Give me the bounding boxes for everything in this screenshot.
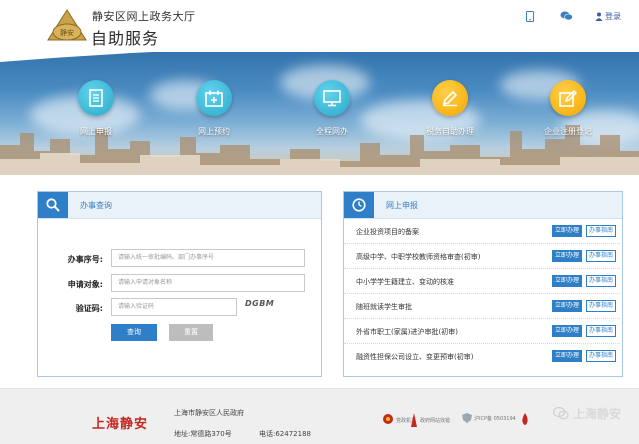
guide-button[interactable]: 办事指南 (586, 350, 616, 362)
badge-label[interactable]: 沪ICP备 0503194 (474, 415, 516, 422)
captcha-input[interactable]: 请输入验证码 (111, 298, 237, 316)
footer-tel: 电话:62472188 (259, 430, 311, 438)
emblem-icon (383, 414, 393, 424)
wechat-icon[interactable] (559, 9, 573, 23)
guide-button[interactable]: 办事指南 (586, 225, 616, 237)
query-panel-title: 办事查询 (80, 201, 112, 210)
apply-now-button[interactable]: 立即办理 (552, 350, 582, 362)
func-online-booking[interactable]: 网上预约 (169, 80, 259, 137)
item-name[interactable]: 高级中学、中职学校教师资格审查(初审) (356, 252, 480, 262)
footer-gov-name: 上海市静安区人民政府 (174, 409, 244, 417)
item-name[interactable]: 融资性担保公司设立、变更预审(初审) (356, 352, 473, 362)
query-button[interactable]: 查询 (111, 324, 157, 341)
monitor-icon[interactable] (314, 80, 350, 116)
list-item: 中小学学生籍建立、变动的核准 立即办理 办事指南 (344, 269, 620, 294)
login-label[interactable]: 登录 (605, 11, 621, 22)
apply-panel-title: 网上申报 (386, 201, 418, 210)
footer-brand: 上海静安 (92, 417, 149, 432)
applicant-row: 申请对象: 请输入申请对象名称 (38, 274, 358, 294)
list-item: 企业投资项目的备案 立即办理 办事指南 (344, 219, 620, 244)
flame-icon (522, 413, 528, 425)
wechat-watermark: 上海静安 (552, 405, 621, 422)
watermark-text: 上海静安 (572, 407, 621, 421)
apply-now-button[interactable]: 立即办理 (552, 325, 582, 337)
badge-label[interactable]: 政府网站找错 (420, 417, 450, 424)
user-icon (595, 12, 603, 21)
func-company-register[interactable]: 企业注册登记 (523, 80, 613, 137)
serial-input[interactable]: 请输入统一审批编码、部门办事序号 (111, 249, 305, 267)
query-panel: 办事查询 办事序号: 请输入统一审批编码、部门办事序号 申请对象: 请输入申请对… (37, 191, 322, 377)
applicant-input[interactable]: 请输入申请对象名称 (111, 274, 305, 292)
guide-button[interactable]: 办事指南 (586, 250, 616, 262)
apply-now-button[interactable]: 立即办理 (552, 300, 582, 312)
func-tax-self-service[interactable]: 税务自助办理 (405, 80, 495, 137)
guide-button[interactable]: 办事指南 (586, 275, 616, 287)
search-icon (38, 192, 68, 218)
footer: 上海静安 上海市静安区人民政府 地址:常德路370号 电话:62472188 党… (0, 388, 639, 444)
func-label[interactable]: 企业注册登记 (523, 126, 613, 137)
site-error-badge[interactable]: 政府网站找错 (410, 413, 450, 427)
jingan-logo[interactable]: 静安 (46, 8, 88, 44)
item-name[interactable]: 企业投资项目的备案 (356, 227, 419, 237)
list-item: 外省市职工(家属)进沪审批(初审) 立即办理 办事指南 (344, 319, 620, 344)
document-icon[interactable] (78, 80, 114, 116)
header-actions: 登录 (523, 9, 621, 23)
func-label[interactable]: 税务自助办理 (405, 126, 495, 137)
icp-badge[interactable]: 沪ICP备 0503194 (462, 413, 516, 423)
item-name[interactable]: 随班就读学生审批 (356, 302, 412, 312)
func-full-online[interactable]: 全程网办 (287, 80, 377, 137)
calendar-icon[interactable] (196, 80, 232, 116)
login-link[interactable]: 登录 (595, 11, 621, 22)
captcha-label: 验证码: (75, 304, 103, 313)
apply-now-button[interactable]: 立即办理 (552, 275, 582, 287)
reset-button[interactable]: 重置 (169, 324, 213, 341)
wechat-icon (552, 407, 569, 420)
func-online-apply[interactable]: 网上申报 (51, 80, 141, 137)
site-title: 静安区网上政务大厅 (92, 10, 196, 23)
query-panel-header: 办事查询 (38, 192, 321, 219)
func-label[interactable]: 全程网办 (287, 126, 377, 137)
clock-icon (344, 192, 374, 218)
apply-now-button[interactable]: 立即办理 (552, 250, 582, 262)
page-title: 自助服务 (91, 29, 160, 48)
list-item: 融资性担保公司设立、变更预审(初审) 立即办理 办事指南 (344, 344, 620, 369)
footer-address: 地址:常德路370号 (174, 430, 232, 438)
func-label[interactable]: 网上申报 (51, 126, 141, 137)
func-label[interactable]: 网上预约 (169, 126, 259, 137)
list-item: 随班就读学生审批 立即办理 办事指南 (344, 294, 620, 319)
item-name[interactable]: 中小学学生籍建立、变动的核准 (356, 277, 454, 287)
mobile-icon[interactable] (523, 9, 537, 23)
tower-icon (411, 413, 417, 427)
list-item: 高级中学、中职学校教师资格审查(初审) 立即办理 办事指南 (344, 244, 620, 269)
apply-panel: 网上申报 企业投资项目的备案 立即办理 办事指南 高级中学、中职学校教师资格审查… (343, 191, 623, 377)
logo-text: 静安 (60, 28, 74, 37)
shield-icon (462, 413, 472, 423)
captcha-image[interactable]: DGBM (245, 299, 275, 313)
guide-button[interactable]: 办事指南 (586, 325, 616, 337)
register-icon[interactable] (550, 80, 586, 116)
item-name[interactable]: 外省市职工(家属)进沪审批(初审) (356, 327, 458, 337)
serial-label: 办事序号: (67, 255, 103, 264)
pen-icon[interactable] (432, 80, 468, 116)
apply-now-button[interactable]: 立即办理 (552, 225, 582, 237)
captcha-row: 验证码: 请输入验证码 DGBM (38, 298, 358, 318)
flame-badge[interactable] (520, 413, 530, 427)
serial-row: 办事序号: 请输入统一审批编码、部门办事序号 (38, 249, 358, 269)
header: 静安 静安区网上政务大厅 自助服务 登录 (0, 0, 639, 52)
applicant-label: 申请对象: (67, 280, 103, 289)
apply-panel-header: 网上申报 (344, 192, 622, 219)
query-actions: 查询 重置 (38, 324, 358, 344)
guide-button[interactable]: 办事指南 (586, 300, 616, 312)
